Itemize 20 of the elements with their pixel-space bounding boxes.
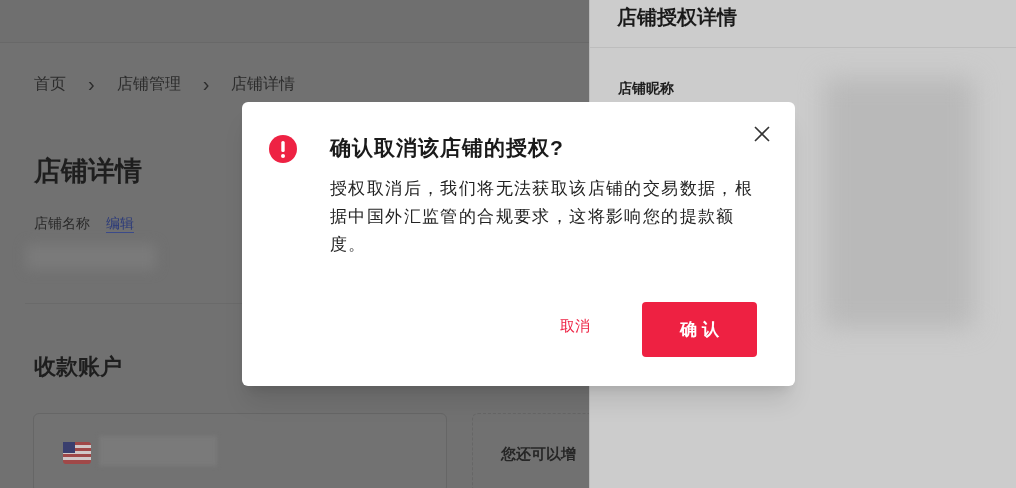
dialog-title: 确认取消该店铺的授权? <box>330 135 565 161</box>
add-account-text: 您还可以增 <box>501 445 576 462</box>
confirm-button[interactable]: 确 认 <box>642 302 757 357</box>
section-title: 收款账户 <box>34 353 122 381</box>
breadcrumb-link[interactable]: 店铺管理 <box>116 72 181 96</box>
flag-icon <box>63 442 91 464</box>
field-label: 店铺名称 <box>34 214 90 233</box>
breadcrumb-separator: › <box>88 74 95 94</box>
close-button[interactable] <box>753 125 771 143</box>
close-icon <box>753 125 771 143</box>
field-label: 店铺昵称 <box>618 79 674 98</box>
breadcrumb-separator: › <box>202 74 210 94</box>
page-title: 店铺详情 <box>34 155 142 188</box>
breadcrumb-link[interactable]: 首页 <box>34 72 66 96</box>
breadcrumb-link[interactable]: 店铺详情 <box>231 72 296 96</box>
drawer-title: 店铺授权详情 <box>617 6 737 28</box>
cancel-button[interactable]: 取消 <box>548 311 602 341</box>
dialog-message: 授权取消后，我们将无法获取该店铺的交易数据，根据中国外汇监管的合规要求，这将影响您的提款额度。 <box>330 178 755 256</box>
edit-link[interactable]: 编辑 <box>106 213 134 234</box>
warning-icon <box>269 135 297 163</box>
